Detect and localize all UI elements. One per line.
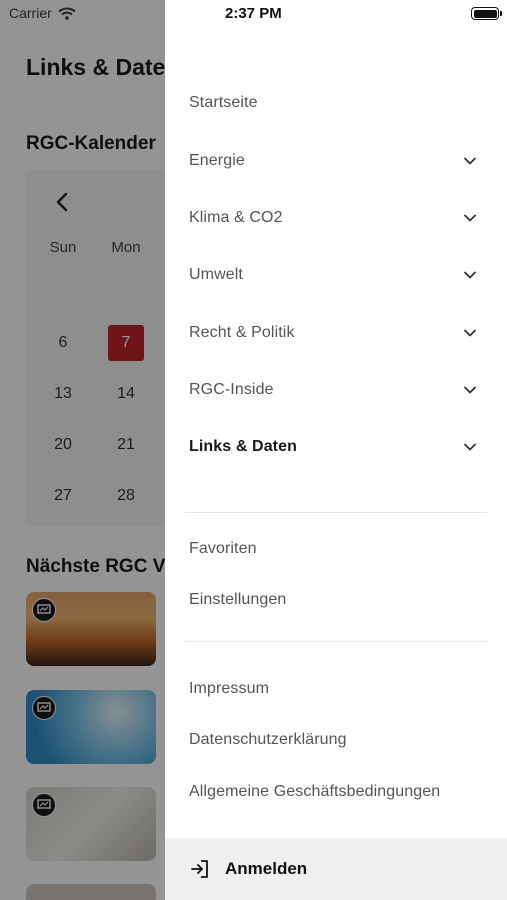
chevron-down-icon[interactable]: [463, 383, 477, 397]
divider: [185, 641, 487, 642]
menu-item-einstellungen[interactable]: Einstellungen: [165, 578, 507, 622]
chevron-down-icon[interactable]: [463, 268, 477, 282]
menu-item-label: Allgemeine Geschäftsbedingungen: [189, 783, 441, 800]
chevron-down-icon[interactable]: [463, 326, 477, 340]
menu-item-label: Umwelt: [189, 266, 243, 283]
menu-item-label: Energie: [189, 152, 245, 169]
menu-item-label: Einstellungen: [189, 591, 287, 608]
chevron-down-icon[interactable]: [463, 211, 477, 225]
status-carrier: Carrier: [9, 5, 76, 21]
menu-item-recht-politik[interactable]: Recht & Politik: [165, 311, 507, 355]
login-button[interactable]: Anmelden: [165, 838, 507, 900]
menu-item-label: Recht & Politik: [189, 324, 295, 341]
menu-item-label: Favoriten: [189, 540, 257, 557]
side-drawer: Startseite Energie Klima & CO2 Umwelt Re…: [165, 0, 507, 900]
status-time: 2:37 PM: [225, 5, 282, 22]
chevron-down-icon[interactable]: [463, 154, 477, 168]
menu-item-klima[interactable]: Klima & CO2: [165, 196, 507, 240]
menu-item-startseite[interactable]: Startseite: [165, 81, 507, 125]
menu-item-favoriten[interactable]: Favoriten: [165, 527, 507, 571]
menu-item-links-daten[interactable]: Links & Daten: [165, 425, 507, 469]
menu-item-agb[interactable]: Allgemeine Geschäftsbedingungen: [165, 770, 507, 814]
menu-item-energie[interactable]: Energie: [165, 139, 507, 183]
menu-item-label: Startseite: [189, 94, 258, 111]
menu-item-label: Klima & CO2: [189, 209, 283, 226]
menu-item-label: Impressum: [189, 680, 270, 697]
chevron-down-icon[interactable]: [463, 440, 477, 454]
menu-item-umwelt[interactable]: Umwelt: [165, 253, 507, 297]
menu-item-datenschutz[interactable]: Datenschutzerklärung: [165, 718, 507, 762]
carrier-label: Carrier: [9, 5, 52, 21]
battery-icon: [471, 7, 502, 20]
wifi-icon: [58, 7, 76, 20]
divider: [185, 512, 487, 513]
menu-item-label: Links & Daten: [189, 438, 297, 455]
login-icon: [191, 860, 208, 878]
menu-item-rgc-inside[interactable]: RGC-Inside: [165, 368, 507, 412]
menu-item-label: RGC-Inside: [189, 381, 274, 398]
menu-item-label: Datenschutzerklärung: [189, 731, 347, 748]
login-label: Anmelden: [225, 859, 308, 878]
menu-item-impressum[interactable]: Impressum: [165, 667, 507, 711]
